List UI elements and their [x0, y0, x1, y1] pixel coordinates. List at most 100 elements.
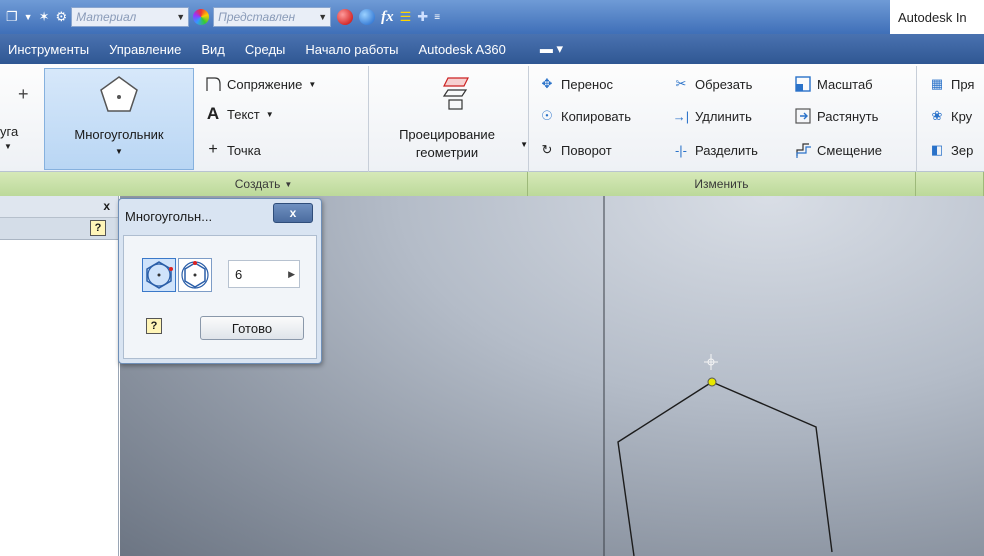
app-title: Autodesk In [890, 0, 984, 34]
done-button[interactable]: Готово [200, 316, 304, 340]
tab-get-started[interactable]: Начало работы [295, 42, 408, 57]
point-label: Точка [227, 142, 261, 158]
chevron-down-icon: ▼ [265, 109, 274, 119]
polygon-label: Многоугольник [74, 127, 164, 142]
tab-manage[interactable]: Управление [99, 42, 191, 57]
chevron-down-icon: ▼ [318, 12, 328, 22]
settings-icon[interactable]: ⚙ [55, 9, 67, 25]
sides-count-input[interactable]: 6 ▶ [228, 260, 300, 288]
circular-pattern-label: Кру [951, 108, 973, 124]
help-icon[interactable]: ? [90, 220, 106, 236]
adjust-appearance-icon[interactable] [359, 9, 376, 25]
point-button[interactable]: + Точка [204, 141, 261, 158]
text-button[interactable]: A Текст ▼ [204, 104, 274, 123]
arc-button-label[interactable]: уга [0, 124, 18, 139]
project-geometry-icon [442, 77, 469, 110]
select-icon[interactable]: ❐ [6, 9, 18, 25]
rotate-button[interactable]: ↻ Поворот [538, 142, 612, 158]
polygon-icon [100, 76, 138, 112]
browser-header: x [0, 196, 118, 218]
line-style-icon[interactable]: ☰ [400, 9, 412, 25]
project-geometry-label: Проецирование геометрии [380, 126, 514, 162]
circumscribed-button[interactable] [178, 258, 212, 292]
trim-label: Обрезать [695, 76, 753, 92]
pattern-panel-label [916, 172, 984, 196]
appearance-placeholder: Представлен [218, 10, 296, 24]
material-placeholder: Материал [76, 10, 137, 24]
move-icon: ✥ [541, 76, 553, 91]
scale-button[interactable]: Масштаб [794, 76, 873, 92]
fillet-label: Сопряжение [227, 76, 303, 92]
trim-icon: ✂ [675, 76, 687, 91]
fillet-button[interactable]: Сопряжение ▼ [204, 76, 316, 92]
mirror-label: Зер [951, 142, 974, 158]
dialog-close-button[interactable]: x [273, 203, 313, 223]
tab-view[interactable]: Вид [191, 42, 235, 57]
rect-pattern-button[interactable]: ▦ Пря [928, 76, 975, 92]
video-icon[interactable]: ▬ ▾ [530, 41, 573, 57]
endpoint-marker[interactable] [707, 377, 717, 387]
text-icon: A [206, 104, 220, 123]
model-browser: x ? [0, 196, 119, 556]
create-panel-title: Создать [234, 177, 281, 191]
extend-button[interactable]: →| Удлинить [672, 108, 752, 124]
material-combo[interactable]: Материал ▼ [71, 7, 190, 27]
extend-icon: →| [672, 108, 690, 124]
tab-environments[interactable]: Среды [235, 42, 296, 57]
arc-icon[interactable]: + [18, 84, 29, 105]
project-geometry-button[interactable]: Проецирование геометрии ▼ [380, 72, 530, 170]
polygon-edge [711, 381, 833, 553]
dialog-title: Многоугольн... [125, 209, 213, 224]
chevron-down-icon[interactable]: ▼ [4, 142, 12, 151]
tab-tools[interactable]: Инструменты [0, 42, 99, 57]
stretch-icon [794, 108, 812, 124]
copy-icon: ☉ [541, 108, 553, 123]
circumscribed-polygon-icon [181, 261, 209, 289]
project-geometry-line1: Проецирование [399, 127, 495, 142]
inscribed-button[interactable] [142, 258, 176, 292]
project-geometry-line2: геометрии [415, 145, 479, 160]
rotate-label: Поворот [561, 142, 612, 158]
parameters-fx-icon[interactable]: fx [381, 9, 394, 26]
offset-label: Смещение [817, 142, 883, 158]
clear-appearance-icon[interactable] [337, 9, 354, 25]
rect-pattern-icon: ▦ [930, 76, 944, 91]
split-icon: -|- [674, 142, 688, 158]
rect-pattern-label: Пря [951, 76, 975, 92]
close-icon[interactable]: x [103, 199, 110, 213]
dialog-body: 6 ▶ ? Готово [123, 235, 317, 359]
quick-access-toolbar: ❐ ▼ ✶ ⚙ Материал ▼ Представлен ▼ fx ☰ ✚ … [0, 0, 984, 34]
chevron-down-icon: ▼ [520, 140, 528, 149]
snap-icon[interactable]: ✶ [39, 9, 50, 25]
mirror-icon: ◧ [930, 142, 944, 157]
tab-a360[interactable]: Autodesk A360 [408, 42, 515, 57]
split-label: Разделить [695, 142, 758, 158]
move-button[interactable]: ✥ Перенос [538, 76, 613, 92]
chevron-down-icon: ▼ [176, 12, 186, 22]
create-panel-label[interactable]: Создать ▼ [0, 172, 528, 196]
circular-pattern-button[interactable]: ❀ Кру [928, 108, 973, 124]
trim-button[interactable]: ✂ Обрезать [672, 76, 753, 92]
polygon-edge [617, 381, 713, 556]
stretch-button[interactable]: Растянуть [794, 108, 878, 124]
split-button[interactable]: -|- Разделить [672, 142, 758, 158]
copy-button[interactable]: ☉ Копировать [538, 108, 631, 124]
modify-panel-label: Изменить [528, 172, 916, 196]
browser-toolbar: ? [0, 218, 118, 240]
customize-qat-icon[interactable]: ≡ [434, 12, 440, 23]
stretch-label: Растянуть [817, 108, 879, 124]
polygon-button[interactable]: Многоугольник ▼ [44, 68, 194, 170]
appearance-icon[interactable] [193, 9, 210, 25]
crosshair-cursor-icon [704, 354, 718, 370]
offset-button[interactable]: Смещение [794, 142, 882, 158]
scale-icon [794, 76, 812, 92]
chevron-down-icon: ▼ [308, 79, 317, 89]
mirror-button[interactable]: ◧ Зер [928, 142, 973, 158]
appearance-combo[interactable]: Представлен ▼ [213, 7, 332, 27]
dropdown-arrow-icon[interactable]: ▼ [24, 12, 33, 22]
help-icon[interactable]: ? [146, 318, 162, 334]
grid-icon[interactable]: ✚ [417, 9, 428, 25]
ribbon-tabs: Инструменты Управление Вид Среды Начало … [0, 34, 984, 64]
chevron-right-icon[interactable]: ▶ [288, 269, 295, 280]
chevron-down-icon: ▼ [284, 179, 293, 189]
